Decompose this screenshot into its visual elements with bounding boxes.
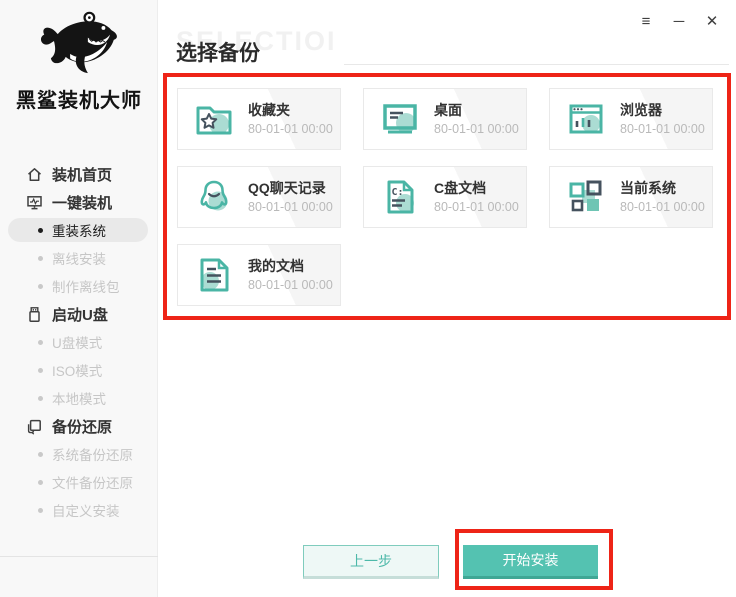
backup-card-name: 桌面 (434, 101, 462, 118)
backup-card-date: 80-01-01 00:00 (248, 277, 333, 292)
sidebar-item-custom-install[interactable]: 自定义安装 (0, 496, 158, 524)
shark-logo-icon (0, 8, 158, 82)
sidebar-item-label: 备份还原 (52, 418, 113, 436)
footer-icon-wechat-icon[interactable] (116, 567, 136, 587)
sidebar-item-label: ISO模式 (52, 364, 103, 379)
sidebar-item-label: 装机首页 (52, 166, 113, 184)
favorites-folder-icon (192, 97, 236, 141)
c-drive-doc-icon: C: (378, 175, 422, 219)
sidebar-item-backup-restore[interactable]: 备份还原 (0, 412, 158, 440)
backup-card-name: 我的文档 (248, 257, 304, 274)
previous-step-button[interactable]: 上一步 (303, 545, 439, 579)
backup-card-name: 收藏夹 (248, 101, 290, 118)
start-install-button[interactable]: 开始安装 (463, 545, 598, 579)
sidebar-item-usb-mode[interactable]: U盘模式 (0, 328, 158, 356)
sidebar-item-install-home[interactable]: 装机首页 (0, 160, 158, 188)
window-controls: ≡ ─ ✕ (636, 11, 722, 31)
backup-card-name: 浏览器 (620, 101, 662, 118)
sidebar-footer (0, 556, 158, 597)
sidebar-item-label: 制作离线包 (52, 280, 120, 295)
sidebar-item-local-mode[interactable]: 本地模式 (0, 384, 158, 412)
minimize-icon[interactable]: ─ (669, 11, 689, 31)
bullet-dot (38, 227, 43, 233)
backup-card-name: C盘文档 (434, 179, 487, 196)
sidebar-item-label: 本地模式 (52, 392, 106, 407)
backup-card-date: 80-01-01 00:00 (620, 199, 705, 214)
qq-chat-icon (192, 175, 236, 219)
bullet-dot (38, 339, 43, 345)
backup-card-date: 80-01-01 00:00 (248, 121, 333, 136)
svg-text:C:: C: (392, 187, 404, 198)
backup-card-date: 80-01-01 00:00 (434, 121, 519, 136)
backup-card-current-system[interactable]: 当前系统 80-01-01 00:00 (549, 166, 713, 228)
backup-card-name: 当前系统 (620, 179, 676, 196)
bullet-dot (38, 367, 43, 373)
browser-icon (564, 97, 608, 141)
desktop-icon-card (378, 97, 422, 141)
sidebar-menu: 装机首页 一键装机 重装系统 离线安装 制作离线包 启动U盘 U盘模式 ISO模… (0, 160, 158, 524)
backup-card-date: 80-01-01 00:00 (248, 199, 333, 214)
app-window: 黑鲨装机大师 装机首页 一键装机 重装系统 离线安装 制作离线包 启动U盘 U盘… (0, 0, 736, 597)
sidebar-item-label: U盘模式 (52, 336, 103, 351)
backup-card-date: 80-01-01 00:00 (620, 121, 705, 136)
sidebar-item-iso-mode[interactable]: ISO模式 (0, 356, 158, 384)
backup-card-browser[interactable]: 浏览器 80-01-01 00:00 (549, 88, 713, 150)
bullet-dot (38, 395, 43, 401)
current-system-icon (564, 175, 608, 219)
sidebar-item-one-key-install[interactable]: 一键装机 (0, 188, 158, 216)
backup-card-grid: 收藏夹 80-01-01 00:00 桌面 80-01-01 00:00 浏览器… (177, 88, 717, 306)
sidebar-item-label: 文件备份还原 (52, 476, 133, 491)
app-logo: 黑鲨装机大师 (0, 8, 158, 113)
sidebar-item-boot-usb[interactable]: 启动U盘 (0, 300, 158, 328)
home-icon (26, 166, 43, 183)
bullet-dot (38, 283, 43, 289)
sidebar-item-make-offline-pack[interactable]: 制作离线包 (0, 272, 158, 300)
sidebar-item-file-backup-restore[interactable]: 文件备份还原 (0, 468, 158, 496)
backup-card-c-drive-docs[interactable]: C: C盘文档 80-01-01 00:00 (363, 166, 527, 228)
backup-card-my-documents[interactable]: 我的文档 80-01-01 00:00 (177, 244, 341, 306)
sidebar-item-reinstall-system[interactable]: 重装系统 (0, 216, 158, 244)
backup-card-name: QQ聊天记录 (248, 179, 326, 196)
close-icon[interactable]: ✕ (702, 11, 722, 31)
app-title: 黑鲨装机大师 (16, 90, 142, 112)
title-divider (344, 64, 729, 65)
sidebar-item-label: 系统备份还原 (52, 448, 133, 463)
bullet-dot (38, 451, 43, 457)
sidebar-item-offline-install[interactable]: 离线安装 (0, 244, 158, 272)
sidebar: 黑鲨装机大师 装机首页 一键装机 重装系统 离线安装 制作离线包 启动U盘 U盘… (0, 0, 158, 597)
backup-card-qq-chat[interactable]: QQ聊天记录 80-01-01 00:00 (177, 166, 341, 228)
sidebar-item-label: 自定义安装 (52, 504, 120, 519)
footer-icon-qq-icon[interactable] (69, 567, 89, 587)
sidebar-item-label: 启动U盘 (52, 306, 108, 324)
backup-card-favorites[interactable]: 收藏夹 80-01-01 00:00 (177, 88, 341, 150)
usb-icon (26, 306, 43, 323)
backup-icon (26, 418, 43, 435)
sidebar-item-label: 一键装机 (52, 194, 113, 212)
page-title: 选择备份 (176, 42, 260, 65)
my-documents-icon (192, 253, 236, 297)
sidebar-item-system-backup-restore[interactable]: 系统备份还原 (0, 440, 158, 468)
sidebar-item-label: 重装系统 (52, 224, 106, 239)
bullet-dot (38, 507, 43, 513)
backup-card-date: 80-01-01 00:00 (434, 199, 519, 214)
bullet-dot (38, 255, 43, 261)
bullet-dot (38, 479, 43, 485)
monitor-icon (26, 194, 43, 211)
menu-icon[interactable]: ≡ (636, 11, 656, 31)
backup-card-desktop[interactable]: 桌面 80-01-01 00:00 (363, 88, 527, 150)
footer-icon-ie-browser-icon[interactable] (22, 567, 42, 587)
sidebar-item-label: 离线安装 (52, 252, 106, 267)
